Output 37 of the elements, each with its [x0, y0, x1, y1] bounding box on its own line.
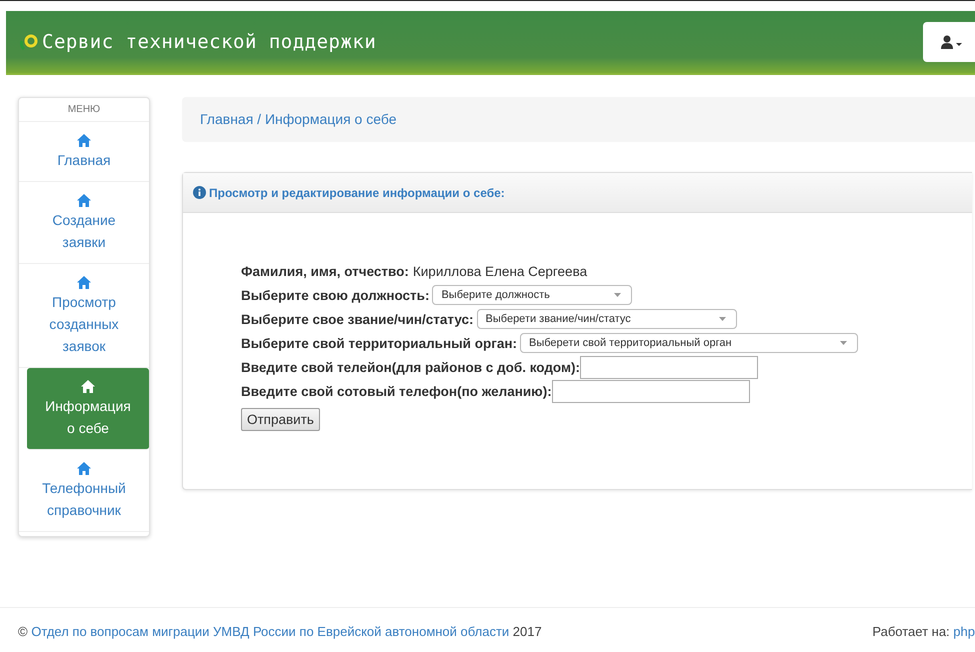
submit-button[interactable]: Отправить: [241, 408, 320, 430]
caret-icon: [718, 317, 726, 321]
breadcrumb: Главная / Информация о себе: [182, 97, 975, 142]
dropdown[interactable]: Выберите должность: [432, 285, 632, 305]
field-label: Введите свой телейон(для районов с доб. кодом):: [241, 360, 580, 374]
organization-link[interactable]: Отдел по вопросам миграции УМВД России по Еврейской автономной области: [31, 624, 510, 639]
field-label: Выберите свой территориальный орган:: [241, 336, 517, 350]
app-title: Сервис технической поддержки: [42, 31, 376, 53]
caret-icon: [614, 293, 622, 297]
user-icon: [941, 35, 963, 49]
field-label: Выберите свое звание/чин/статус:: [241, 312, 474, 326]
powered-by-text: Работает на: php: [872, 624, 975, 640]
field-value: Кириллова Елена Сергеева: [412, 264, 588, 278]
sidebar-item[interactable]: Главная: [19, 122, 149, 182]
logo-icon: [20, 33, 38, 51]
home-icon: [77, 276, 91, 289]
php-link[interactable]: php: [953, 624, 975, 639]
field-label: Введите свой сотовый телефон(по желанию):: [241, 384, 552, 398]
sidebar-item[interactable]: Информация о себе: [27, 368, 149, 450]
caret-icon: [840, 341, 847, 345]
copyright-text: © Отдел по вопросам миграции УМВД России по Еврейской автономной области 2017: [18, 624, 542, 640]
dropdown[interactable]: Выберети свой территориальный орган: [520, 333, 858, 353]
home-icon: [77, 194, 91, 207]
field-label: Выберите свою должность:: [241, 288, 430, 302]
info-icon: [193, 186, 206, 199]
input-field[interactable]: [580, 356, 758, 378]
user-menu-button[interactable]: [923, 22, 975, 62]
home-icon: [77, 134, 91, 147]
menu-heading: МЕНЮ: [19, 98, 149, 122]
input-field[interactable]: [552, 380, 750, 402]
sidebar-item[interactable]: Телефонный справочник: [19, 450, 149, 532]
field-label: Фамилия, имя, отчество:: [241, 264, 409, 278]
panel-title: Просмотр и редактирование информации о себе:: [209, 186, 505, 200]
dropdown[interactable]: Выберети звание/чин/статус: [476, 309, 737, 329]
home-icon: [77, 462, 91, 475]
home-icon: [81, 380, 95, 393]
sidebar-item[interactable]: Создание заявки: [19, 182, 149, 264]
